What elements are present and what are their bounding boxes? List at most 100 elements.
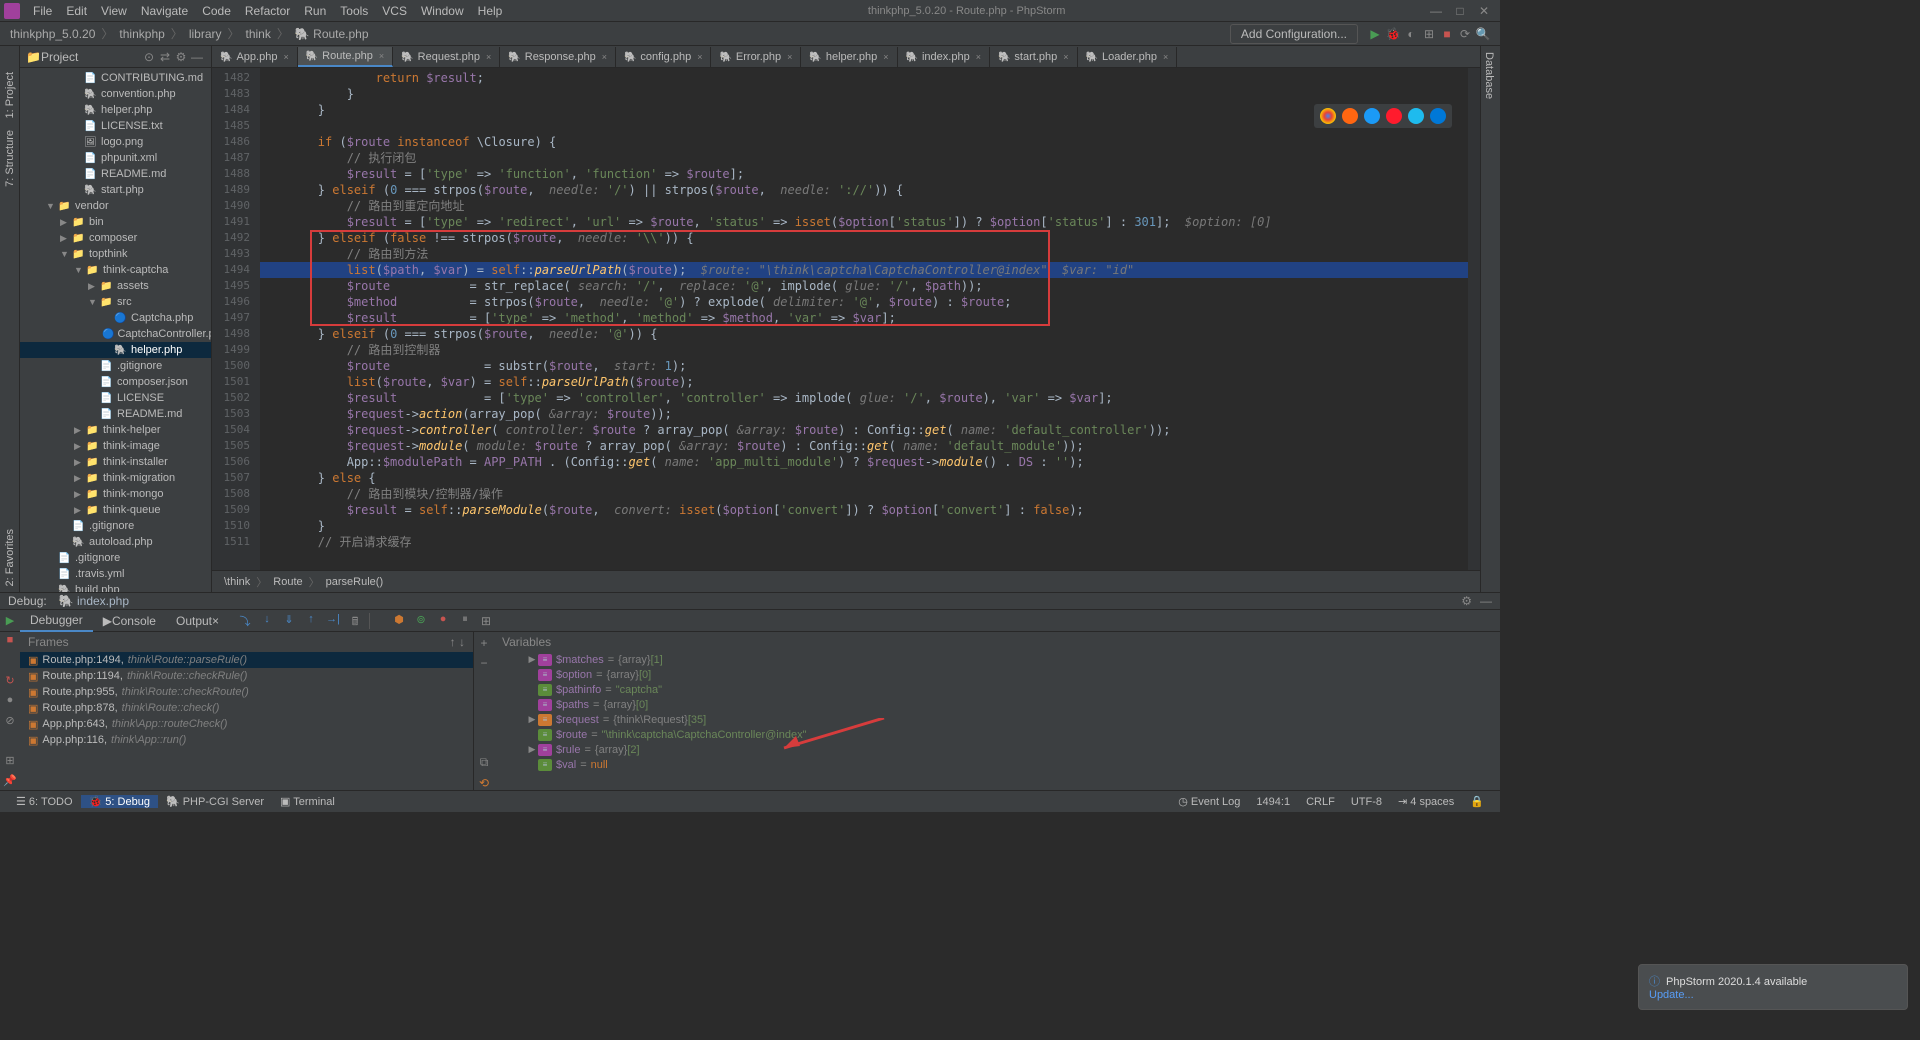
tree-item[interactable]: 📄README.md [20, 166, 211, 182]
menu-refactor[interactable]: Refactor [238, 4, 297, 18]
menu-help[interactable]: Help [471, 4, 510, 18]
tree-item[interactable]: 🐘autoload.php [20, 534, 211, 550]
menu-view[interactable]: View [94, 4, 134, 18]
variable-item[interactable]: ▶≡$request={think\Request} [35] [494, 712, 1500, 727]
variable-item[interactable]: ≡$paths={array} [0] [494, 697, 1500, 712]
run-to-cursor-icon[interactable]: →| [325, 613, 341, 629]
frames-list[interactable]: ▣Route.php:1494,think\Route::parseRule()… [20, 652, 473, 790]
remove-watch-icon[interactable]: − [480, 656, 487, 670]
tree-item[interactable]: ▶📁think-mongo [20, 486, 211, 502]
editor-tab[interactable]: 🐘Request.php× [393, 47, 500, 67]
tree-item[interactable]: 📄.travis.yml [20, 566, 211, 582]
structure-tool-tab[interactable]: 7: Structure [4, 124, 16, 193]
breadcrumb-item[interactable]: thinkphp [117, 27, 166, 41]
tree-item[interactable]: 📄.gitignore [20, 358, 211, 374]
pause-icon[interactable]: ⏸ [457, 613, 473, 629]
tree-item[interactable]: 📄LICENSE [20, 390, 211, 406]
tree-item[interactable]: 🐘build.php [20, 582, 211, 592]
tree-item[interactable]: 📄README.md [20, 406, 211, 422]
variable-item[interactable]: ≡$val=null [494, 757, 1500, 772]
status-todo[interactable]: ☰ 6: TODO [8, 795, 81, 808]
copy-icon[interactable]: ⧉ [480, 755, 489, 770]
tree-item[interactable]: ▼📁think-captcha [20, 262, 211, 278]
tree-item[interactable]: ▶📁think-image [20, 438, 211, 454]
expand-all-icon[interactable]: ⇄ [157, 50, 173, 64]
stop-icon[interactable]: ■ [1438, 27, 1456, 41]
frame-item[interactable]: ▣App.php:643,think\App::routeCheck() [20, 716, 473, 732]
search-icon[interactable]: 🔍 [1474, 27, 1492, 41]
stop-icon[interactable]: ■ [2, 634, 18, 650]
code-content[interactable]: return $result; } } if ($route instanceo… [260, 68, 1468, 570]
editor-scrollbar[interactable] [1468, 68, 1480, 570]
layout-icon[interactable]: ⊞ [481, 614, 491, 628]
view-breakpoints-icon[interactable]: ● [2, 694, 18, 710]
tree-item[interactable]: ▶📁think-migration [20, 470, 211, 486]
frame-item[interactable]: ▣Route.php:1194,think\Route::checkRule() [20, 668, 473, 684]
step-out-icon[interactable]: ↑ [303, 613, 319, 629]
status-debug[interactable]: 🐞 5: Debug [81, 795, 158, 808]
variables-list[interactable]: ▶≡$matches={array} [1]≡$option={array} [… [494, 652, 1500, 790]
variable-item[interactable]: ≡$pathinfo="captcha" [494, 682, 1500, 697]
profile-icon[interactable]: ⊞ [1420, 27, 1438, 41]
prev-frame-icon[interactable]: ↑ [450, 635, 456, 649]
tree-item[interactable]: ▼📁src [20, 294, 211, 310]
toggle-icon[interactable]: ⬢ [391, 613, 407, 629]
project-tree[interactable]: 📄CONTRIBUTING.md🐘convention.php🐘helper.p… [20, 68, 211, 592]
editor-tab[interactable]: 🐘start.php× [990, 47, 1078, 67]
variable-item[interactable]: ▶≡$matches={array} [1] [494, 652, 1500, 667]
frame-item[interactable]: ▣Route.php:1494,think\Route::parseRule() [20, 652, 473, 668]
tree-item[interactable]: 🖼logo.png [20, 134, 211, 150]
frame-item[interactable]: ▣App.php:116,think\App::run() [20, 732, 473, 748]
editor-tab[interactable]: 🐘Error.php× [711, 47, 801, 67]
menu-navigate[interactable]: Navigate [134, 4, 195, 18]
hide-icon[interactable]: — [189, 50, 205, 64]
breakpoint-icon[interactable]: ● [435, 613, 451, 629]
tree-item[interactable]: ▶📁composer [20, 230, 211, 246]
update-icon[interactable]: ⟳ [1456, 27, 1474, 41]
minimize-button[interactable]: — [1424, 4, 1448, 18]
debug-file[interactable]: 🐘 index.php [59, 594, 129, 608]
tree-item[interactable]: 📄.gitignore [20, 550, 211, 566]
mute-breakpoints-icon[interactable]: ⊘ [2, 714, 18, 730]
add-watch-icon[interactable]: + [480, 636, 487, 650]
tree-item[interactable]: 🐘convention.php [20, 86, 211, 102]
tree-item[interactable]: ▶📁assets [20, 278, 211, 294]
tree-item[interactable]: 🔵CaptchaController.ph [20, 326, 211, 342]
menu-vcs[interactable]: VCS [375, 4, 414, 18]
tree-item[interactable]: ▶📁think-installer [20, 454, 211, 470]
console-tab[interactable]: ▶ Console [93, 610, 166, 632]
force-step-into-icon[interactable]: ⇓ [281, 613, 297, 629]
status-terminal[interactable]: ▣ Terminal [272, 795, 343, 808]
tree-item[interactable]: 📄LICENSE.txt [20, 118, 211, 134]
menu-window[interactable]: Window [414, 4, 471, 18]
menu-code[interactable]: Code [195, 4, 238, 18]
rerun-icon[interactable]: ↻ [2, 674, 18, 690]
pin-icon[interactable]: 📌 [2, 774, 18, 790]
maximize-button[interactable]: □ [1448, 4, 1472, 18]
menu-file[interactable]: File [26, 4, 59, 18]
tree-item[interactable]: 🔵Captcha.php [20, 310, 211, 326]
settings-icon[interactable]: ⊞ [2, 754, 18, 770]
add-configuration-button[interactable]: Add Configuration... [1230, 24, 1358, 44]
menu-tools[interactable]: Tools [333, 4, 375, 18]
variable-item[interactable]: ≡$route="\think\captcha\CaptchaControlle… [494, 727, 1500, 742]
ie-icon[interactable] [1408, 108, 1424, 124]
status-lineending[interactable]: CRLF [1298, 796, 1343, 808]
gear-icon[interactable]: ⚙ [173, 50, 189, 64]
tree-item[interactable]: 📄CONTRIBUTING.md [20, 70, 211, 86]
safari-icon[interactable] [1364, 108, 1380, 124]
coverage-icon[interactable]: ◐ [1402, 27, 1420, 41]
hide-icon[interactable]: — [1480, 594, 1492, 608]
project-tool-tab[interactable]: 1: Project [4, 66, 16, 124]
status-lock-icon[interactable]: 🔒 [1462, 795, 1492, 808]
editor-tab[interactable]: 🐘index.php× [898, 47, 990, 67]
frame-item[interactable]: ▣Route.php:878,think\Route::check() [20, 700, 473, 716]
close-button[interactable]: ✕ [1472, 4, 1496, 18]
tree-item[interactable]: ▶📁bin [20, 214, 211, 230]
tree-item[interactable]: ▼📁topthink [20, 246, 211, 262]
menu-edit[interactable]: Edit [59, 4, 94, 18]
breadcrumb-item[interactable]: think [244, 27, 273, 41]
select-opened-icon[interactable]: ⊙ [141, 50, 157, 64]
evaluate-icon[interactable]: 🖩 [347, 613, 363, 629]
run-icon[interactable]: ▶ [1366, 27, 1384, 41]
